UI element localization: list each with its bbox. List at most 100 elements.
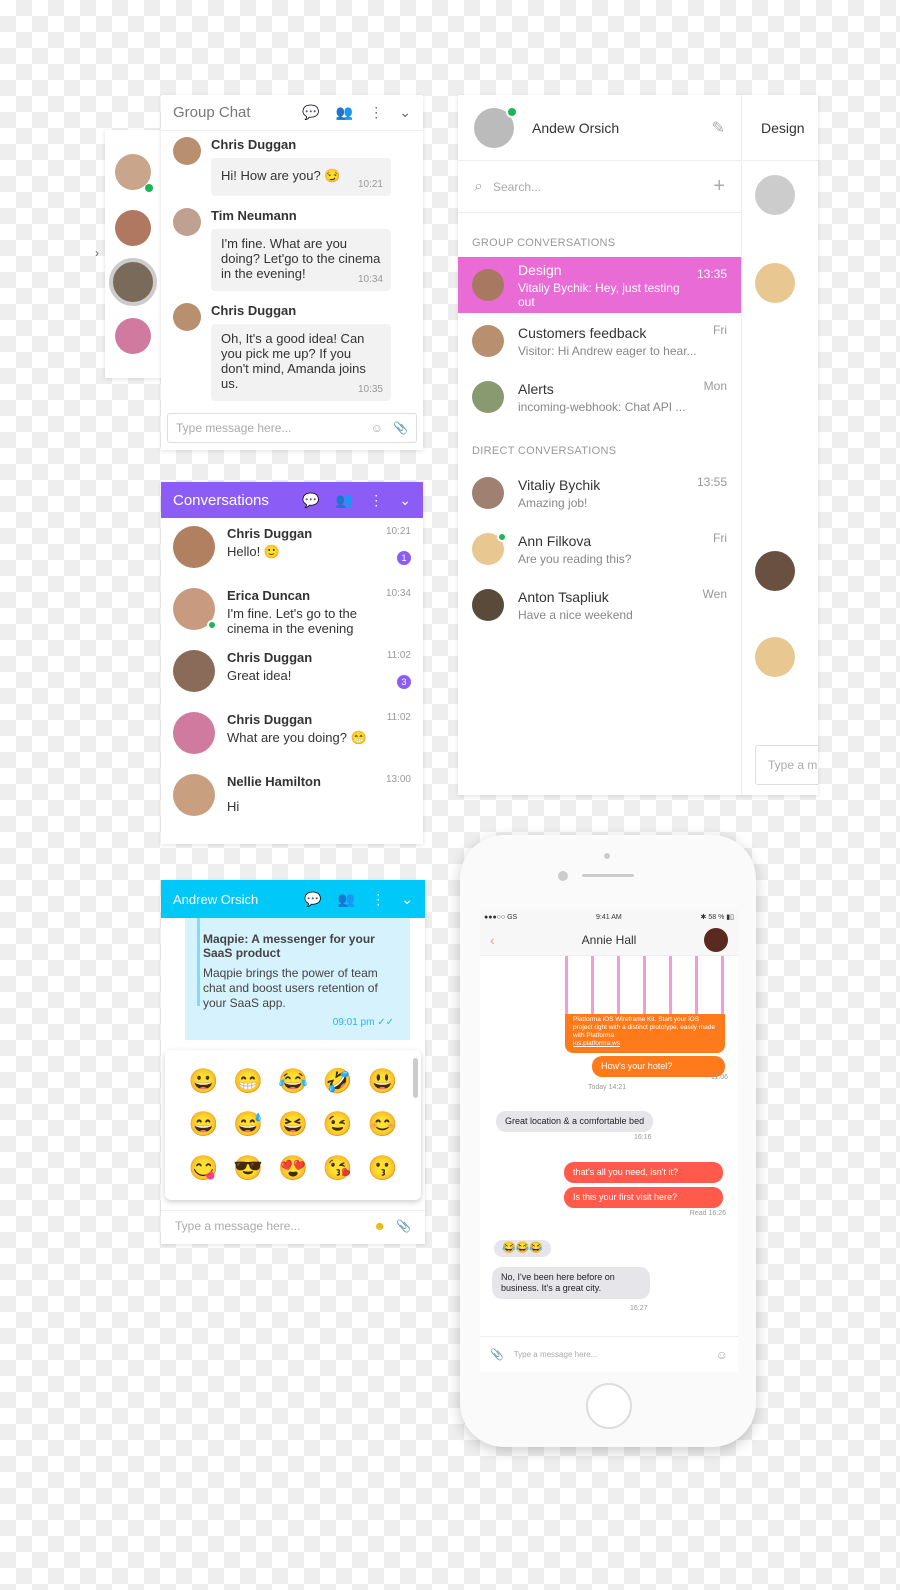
carrier: ●●●○○ GS	[484, 913, 518, 921]
chevron-right-icon[interactable]: ›	[95, 246, 99, 260]
emoji-icon[interactable]: ☻	[373, 1219, 386, 1233]
new-message-icon[interactable]: 💬	[302, 492, 319, 509]
group-name: Design	[518, 261, 562, 278]
outgoing-message: How's your hotel?	[592, 1056, 725, 1077]
time: 10:21	[385, 526, 411, 537]
chevron-down-icon[interactable]: ⌄	[399, 492, 411, 509]
link-preview-message: Maqpie: A messenger for your SaaS produc…	[185, 918, 410, 1040]
conversation-item[interactable]: Chris Duggan Hello! 🙂 10:21 1	[161, 518, 423, 580]
online-dot	[145, 184, 153, 192]
message-text: Hi! How are you? 😏	[221, 168, 341, 183]
sender-name: Chris Duggan	[211, 137, 297, 152]
more-icon[interactable]: ⋮	[371, 891, 385, 908]
emoji-option[interactable]: 😍	[278, 1154, 308, 1183]
scrollbar[interactable]	[413, 1058, 418, 1098]
incoming-message: No, I've been here before on business. I…	[492, 1267, 650, 1299]
attach-icon[interactable]: 📎	[490, 1348, 504, 1361]
message-text: I'm fine. What are you doing? Let'go to …	[221, 236, 381, 281]
message-input[interactable]: Type a message here... ☻ 📎	[161, 1210, 425, 1240]
chevron-down-icon[interactable]: ⌄	[399, 104, 411, 121]
back-icon[interactable]: ‹	[490, 932, 495, 948]
emoji-option[interactable]: 😁	[233, 1067, 263, 1096]
add-icon[interactable]: +	[713, 175, 725, 198]
users-icon[interactable]: 👥	[338, 891, 355, 908]
users-icon[interactable]: 👥	[336, 492, 353, 509]
group-item[interactable]: Alerts incoming-webhook: Chat API ... Mon	[458, 369, 741, 425]
emoji-option[interactable]: 😘	[323, 1154, 353, 1183]
avatar	[755, 637, 795, 677]
conversation-item[interactable]: Nellie Hamilton Hi 13:00	[161, 766, 423, 828]
message-text: Oh, It's a good idea! Can you pick me up…	[221, 331, 366, 391]
wireframe-preview-image	[565, 956, 725, 1014]
chevron-down-icon[interactable]: ⌄	[401, 891, 413, 908]
group-item-design[interactable]: Design Vitaliy Bychik: Hey, just testing …	[458, 257, 741, 313]
emoji-option[interactable]: 😊	[368, 1110, 398, 1139]
emoji-icon[interactable]: ☺	[371, 421, 383, 435]
card-link[interactable]: ios.platforma.ws	[573, 1040, 620, 1047]
direct-item[interactable]: Ann Filkova Are you reading this? Fri	[458, 521, 741, 577]
chat-icon[interactable]: 💬	[304, 891, 321, 908]
avatar	[755, 263, 795, 303]
user-header: Andew Orsich ✎	[458, 95, 741, 161]
avatar	[472, 589, 504, 621]
phone-speaker	[582, 874, 634, 877]
message-preview: Are you reading this?	[518, 551, 632, 566]
conversation-item[interactable]: Erica Duncan I'm fine. Let's go to the ci…	[161, 580, 423, 642]
panel-title: Andrew Orsich	[173, 891, 259, 907]
emoji-option[interactable]: 😗	[368, 1154, 398, 1183]
attach-icon[interactable]: 📎	[393, 421, 408, 435]
more-icon[interactable]: ⋮	[369, 492, 383, 509]
avatar	[472, 269, 504, 301]
sender-name: Tim Neumann	[211, 208, 297, 223]
message: Chris Duggan Oh, It's a good idea! Can yo…	[161, 297, 423, 407]
message-time: 16:16	[634, 1134, 652, 1141]
avatar-selected[interactable]	[109, 258, 157, 306]
direct-item[interactable]: Vitaliy Bychik Amazing job! 13:55	[458, 465, 741, 521]
emoji-option[interactable]: 😆	[278, 1110, 308, 1139]
emoji-option[interactable]: 😉	[323, 1110, 353, 1139]
avatar[interactable]	[474, 105, 518, 148]
emoji-icon[interactable]: ☺	[716, 1348, 728, 1362]
read-receipt: Read 16:26	[689, 1210, 726, 1217]
phone-screen: ●●●○○ GS 9:41 AM ✱ 58 % ▮▯ ‹ Annie Hall Pl…	[480, 910, 738, 1372]
channel-input[interactable]: Type a m	[755, 745, 818, 785]
emoji-option[interactable]: 😄	[188, 1110, 218, 1139]
contact-avatar[interactable]	[704, 928, 728, 952]
section-header: GROUP CONVERSATIONS	[472, 237, 616, 249]
messenger-app: Andew Orsich ✎ ⌕ Search... + GROUP CONVE…	[458, 95, 818, 795]
compose-icon[interactable]: ✎	[712, 118, 725, 138]
message-time: 11:06	[711, 1074, 728, 1081]
message-time: 16:27	[630, 1305, 648, 1312]
emoji-option[interactable]: 😎	[233, 1154, 263, 1183]
group-item[interactable]: Customers feedback Visitor: Hi Andrew eag…	[458, 313, 741, 369]
emoji-option[interactable]: 😃	[368, 1067, 398, 1096]
conversation-item[interactable]: Chris Duggan What are you doing? 😁 11:02	[161, 704, 423, 766]
home-button[interactable]	[586, 1383, 632, 1429]
message-time: 10:34	[357, 274, 383, 285]
conversation-item[interactable]: Chris Duggan Great idea! 11:02 3	[161, 642, 423, 704]
avatar	[755, 551, 795, 591]
message-bubble: I'm fine. What are you doing? Let'go to …	[211, 229, 391, 291]
online-dot	[497, 532, 507, 542]
message-input[interactable]: Type message here... ☺ 📎	[167, 413, 417, 443]
quote-bar	[197, 918, 200, 1006]
new-message-icon[interactable]: 💬	[302, 104, 319, 121]
users-icon[interactable]: 👥	[336, 104, 353, 121]
emoji-option[interactable]: 😅	[233, 1110, 263, 1139]
search-icon: ⌕	[474, 177, 483, 195]
avatar[interactable]	[115, 318, 151, 354]
time: 11:02	[386, 712, 411, 723]
emoji-option[interactable]: 😋	[188, 1154, 218, 1183]
direct-item[interactable]: Anton Tsapliuk Have a nice weekend Wen	[458, 577, 741, 633]
input-placeholder: Type message here...	[176, 421, 292, 435]
emoji-option[interactable]: 😀	[188, 1067, 218, 1096]
message-time: 10:35	[357, 384, 383, 395]
emoji-option[interactable]: 🤣	[323, 1067, 353, 1096]
message-input[interactable]: 📎 Type a message here... ☺	[480, 1336, 738, 1372]
more-icon[interactable]: ⋮	[369, 104, 383, 121]
emoji-option[interactable]: 😂	[278, 1067, 308, 1096]
search-bar[interactable]: ⌕ Search... +	[458, 161, 741, 213]
search-input[interactable]: Search...	[493, 180, 713, 194]
attach-icon[interactable]: 📎	[396, 1219, 411, 1233]
avatar[interactable]	[115, 210, 151, 246]
